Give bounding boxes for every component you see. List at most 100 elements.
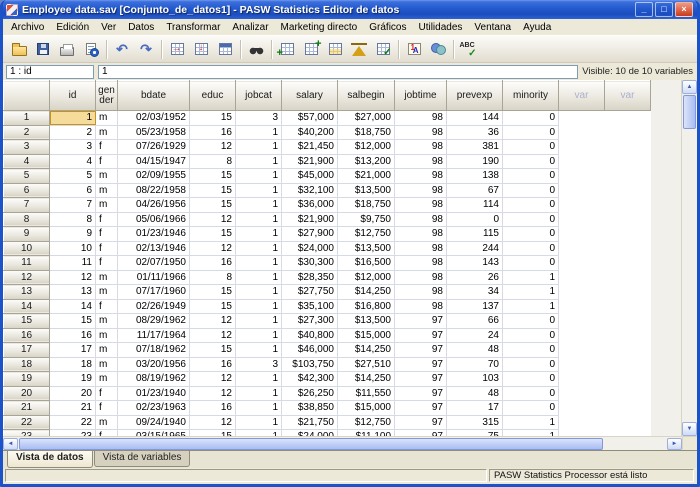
cell[interactable]: 15 [190, 111, 236, 126]
row-header-17[interactable]: 17 [4, 343, 50, 358]
cell[interactable]: 143 [447, 256, 503, 271]
cell[interactable] [605, 227, 651, 242]
cell[interactable]: f [96, 256, 118, 271]
row-header-8[interactable]: 8 [4, 212, 50, 227]
column-header-minority[interactable]: minority [503, 81, 559, 111]
cell[interactable] [559, 183, 605, 198]
cell[interactable]: 1 [236, 415, 282, 430]
cell[interactable]: 15 [190, 169, 236, 184]
cell[interactable]: 02/23/1963 [118, 401, 190, 416]
cell[interactable]: 17 [50, 343, 96, 358]
cell[interactable]: $13,500 [338, 314, 395, 329]
cell[interactable] [605, 183, 651, 198]
menu-transformar[interactable]: Transformar [160, 21, 226, 34]
cell[interactable]: 02/13/1946 [118, 241, 190, 256]
menu-graficos[interactable]: Gráficos [363, 21, 412, 34]
cell[interactable]: 05/23/1958 [118, 125, 190, 140]
cell[interactable]: $16,800 [338, 299, 395, 314]
cell[interactable]: 381 [447, 140, 503, 155]
cell[interactable]: 1 [236, 314, 282, 329]
print-button[interactable] [55, 38, 79, 61]
cell[interactable]: 12 [190, 415, 236, 430]
row-header-22[interactable]: 22 [4, 415, 50, 430]
cell[interactable]: m [96, 270, 118, 285]
cell[interactable]: $12,750 [338, 227, 395, 242]
cell[interactable]: 11/17/1964 [118, 328, 190, 343]
minimize-button[interactable]: _ [635, 2, 653, 17]
cell[interactable]: $35,100 [282, 299, 338, 314]
cell[interactable]: $21,000 [338, 169, 395, 184]
cell[interactable]: 15 [50, 314, 96, 329]
menu-utilidades[interactable]: Utilidades [412, 21, 468, 34]
cell[interactable]: 115 [447, 227, 503, 242]
cell[interactable]: 190 [447, 154, 503, 169]
column-header-prevexp[interactable]: prevexp [447, 81, 503, 111]
cell[interactable]: $13,200 [338, 154, 395, 169]
menu-datos[interactable]: Datos [122, 21, 160, 34]
cell[interactable]: 1 [236, 140, 282, 155]
row-header-13[interactable]: 13 [4, 285, 50, 300]
cell[interactable]: 0 [503, 227, 559, 242]
cell[interactable]: 16 [190, 256, 236, 271]
cell[interactable] [605, 125, 651, 140]
cell[interactable]: $12,750 [338, 415, 395, 430]
cell[interactable]: 1 [236, 270, 282, 285]
cell[interactable]: 1 [236, 212, 282, 227]
cell[interactable]: 1 [503, 299, 559, 314]
cell[interactable]: 0 [503, 386, 559, 401]
cell[interactable]: 0 [503, 372, 559, 387]
cell[interactable]: m [96, 169, 118, 184]
cell[interactable]: $14,250 [338, 285, 395, 300]
menu-edicion[interactable]: Edición [50, 21, 95, 34]
cell[interactable]: 0 [503, 241, 559, 256]
horizontal-scroll-thumb[interactable] [19, 438, 603, 450]
cell[interactable]: 04/15/1947 [118, 154, 190, 169]
cell[interactable]: 98 [395, 169, 447, 184]
cell[interactable]: 24 [447, 328, 503, 343]
cell[interactable]: $40,800 [282, 328, 338, 343]
cell[interactable]: $11,550 [338, 386, 395, 401]
cell[interactable]: 66 [447, 314, 503, 329]
cell[interactable] [559, 343, 605, 358]
cell[interactable] [605, 169, 651, 184]
cell[interactable]: $26,250 [282, 386, 338, 401]
cell[interactable]: 07/26/1929 [118, 140, 190, 155]
cell[interactable]: 144 [447, 111, 503, 126]
cell[interactable] [559, 372, 605, 387]
insert-variable-button[interactable] [299, 38, 323, 61]
cell[interactable]: $27,000 [338, 111, 395, 126]
cell[interactable]: 15 [190, 343, 236, 358]
cell[interactable]: 0 [503, 343, 559, 358]
column-header-educ[interactable]: educ [190, 81, 236, 111]
cell[interactable]: 97 [395, 343, 447, 358]
cell[interactable]: 08/22/1958 [118, 183, 190, 198]
cell[interactable]: $9,750 [338, 212, 395, 227]
cell[interactable]: 3 [236, 111, 282, 126]
cell[interactable]: 5 [50, 169, 96, 184]
title-bar[interactable]: Employee data.sav [Conjunto_de_datos1] -… [3, 0, 697, 19]
cell[interactable]: 02/09/1955 [118, 169, 190, 184]
cell[interactable]: m [96, 198, 118, 213]
cell[interactable]: 10 [50, 241, 96, 256]
cell[interactable]: 26 [447, 270, 503, 285]
cell[interactable]: $13,500 [338, 183, 395, 198]
cell[interactable]: 04/26/1956 [118, 198, 190, 213]
open-data-button[interactable] [7, 38, 31, 61]
cell[interactable] [605, 212, 651, 227]
cell[interactable]: f [96, 140, 118, 155]
cell[interactable] [559, 401, 605, 416]
cell[interactable]: 114 [447, 198, 503, 213]
cell[interactable]: $18,750 [338, 198, 395, 213]
cell[interactable]: 16 [190, 125, 236, 140]
find-button[interactable] [244, 38, 268, 61]
cell[interactable]: 1 [236, 285, 282, 300]
row-header-10[interactable]: 10 [4, 241, 50, 256]
cell[interactable]: 12 [190, 314, 236, 329]
redo-button[interactable] [134, 38, 158, 61]
cell[interactable] [605, 401, 651, 416]
close-button[interactable]: × [675, 2, 693, 17]
cell[interactable]: $15,000 [338, 328, 395, 343]
cell[interactable]: $36,000 [282, 198, 338, 213]
vertical-scrollbar[interactable] [681, 80, 697, 436]
cell[interactable]: 98 [395, 183, 447, 198]
